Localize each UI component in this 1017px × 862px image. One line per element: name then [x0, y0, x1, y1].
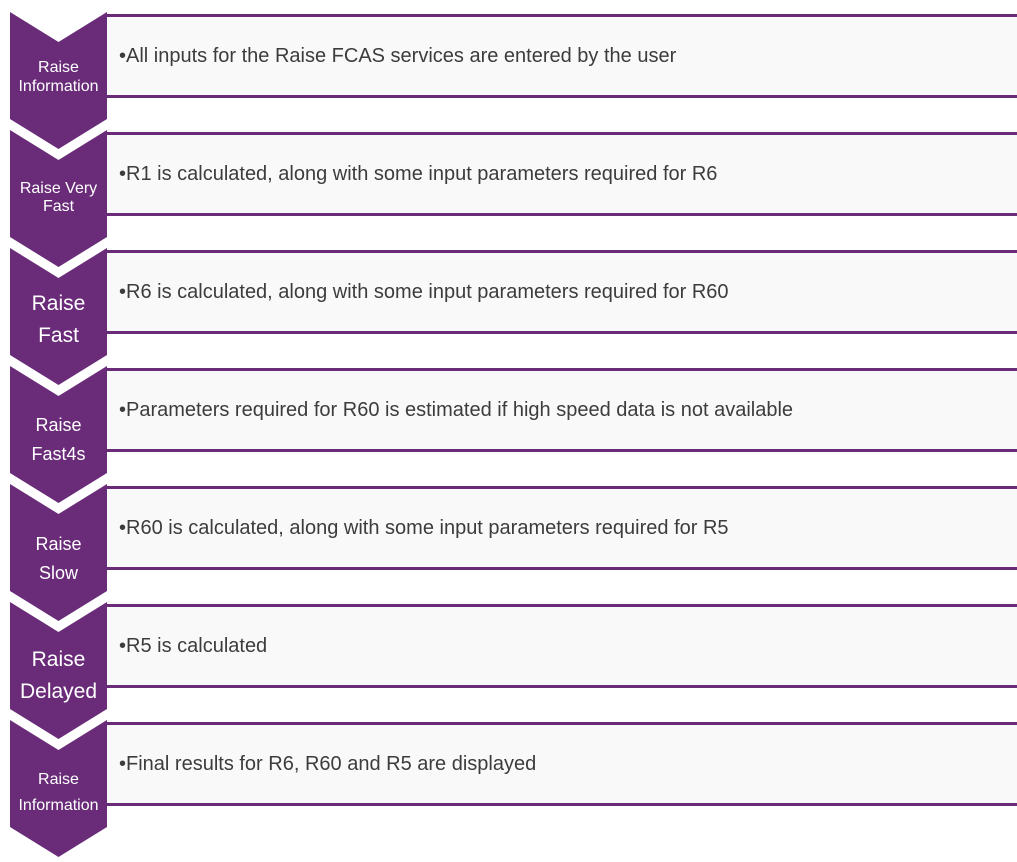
- step-label: Raise Fast4s: [10, 411, 107, 469]
- step-description-box: •All inputs for the Raise FCAS services …: [107, 14, 1017, 98]
- step-description-box: •R1 is calculated, along with some input…: [107, 132, 1017, 216]
- step-label-line: Raise: [35, 534, 82, 554]
- process-flow-diagram: Raise Information •All inputs for the Ra…: [0, 0, 1017, 862]
- step-label: Raise Slow: [10, 530, 107, 588]
- step-label-line: Delayed: [19, 679, 98, 703]
- step-description-box: •Parameters required for R60 is estimate…: [107, 368, 1017, 452]
- step-label: Raise Information: [10, 767, 107, 818]
- step-label-line: Raise Very: [19, 180, 98, 197]
- step-description-box: •R5 is calculated: [107, 604, 1017, 688]
- step-label: Raise Very Fast: [10, 180, 107, 215]
- step-label-line: Slow: [38, 562, 78, 583]
- step-label-line: Raise: [38, 59, 79, 76]
- step-description-box: •R60 is calculated, along with some inpu…: [107, 486, 1017, 570]
- step-description: •Parameters required for R60 is estimate…: [119, 399, 794, 421]
- step-label-line: Raise: [31, 648, 86, 671]
- step-label-line: Raise: [38, 771, 79, 788]
- step-description-box: •R6 is calculated, along with some input…: [107, 250, 1017, 334]
- step-description: •R60 is calculated, along with some inpu…: [119, 517, 729, 539]
- step-description: •R6 is calculated, along with some input…: [119, 281, 729, 303]
- step-label-line: Fast4s: [31, 443, 86, 464]
- step-label: Raise Fast: [10, 288, 107, 351]
- step-label-line: Information: [18, 796, 99, 814]
- step-label: Raise Delayed: [10, 644, 107, 707]
- step-label-line: Raise: [35, 415, 82, 435]
- step-label-line: Raise: [31, 292, 86, 315]
- step-description: •All inputs for the Raise FCAS services …: [119, 45, 677, 67]
- step-label-line: Information: [18, 78, 99, 96]
- step-label-line: Fast: [42, 197, 75, 215]
- step-label-line: Fast: [38, 323, 79, 347]
- step-description: •R1 is calculated, along with some input…: [119, 163, 718, 185]
- step-description: •R5 is calculated: [119, 635, 268, 657]
- step-description: •Final results for R6, R60 and R5 are di…: [119, 753, 537, 775]
- step-label: Raise Information: [10, 58, 107, 96]
- step-description-box: •Final results for R6, R60 and R5 are di…: [107, 722, 1017, 806]
